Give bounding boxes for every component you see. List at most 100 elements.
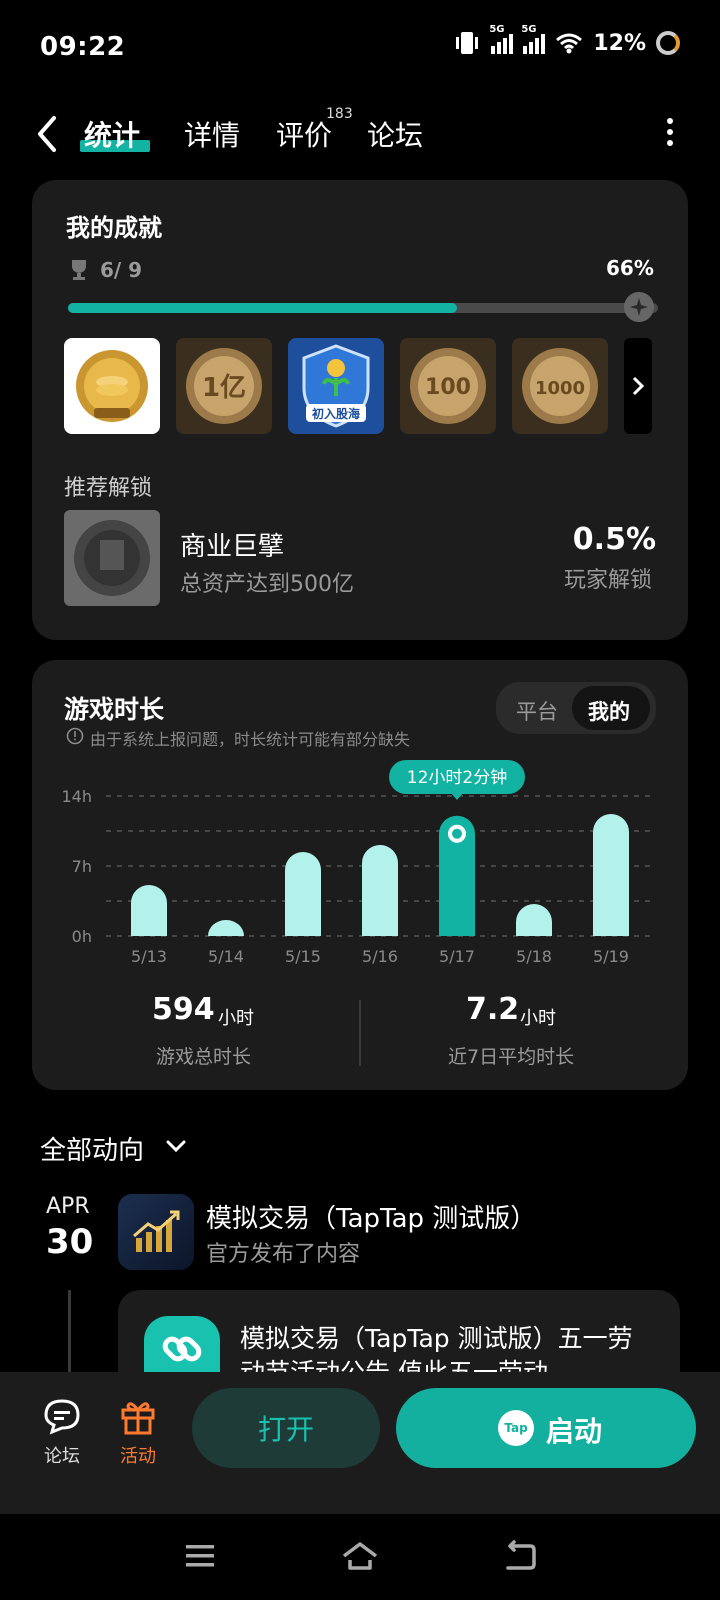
- achievement-count: 6/ 9: [100, 258, 143, 282]
- signal-icon: 5G: [489, 24, 514, 54]
- badges-next-button[interactable]: [624, 338, 652, 434]
- chart-bar-5-16[interactable]: [362, 845, 398, 936]
- status-icons: 5G 5G 12%: [453, 24, 680, 56]
- recommend-rate: 0.5%: [572, 522, 656, 557]
- bronze-medal-icon: 1亿: [186, 348, 262, 424]
- feed-month: APR: [46, 1194, 90, 1219]
- link-icon: [162, 1336, 202, 1362]
- wifi-icon: [556, 33, 583, 54]
- feed-post-text[interactable]: 模拟交易（TapTap 测试版）五一劳动节活动公告 值此五一劳动…: [240, 1322, 650, 1374]
- x-tick-label: 5/15: [285, 947, 321, 966]
- achievement-badge-stock-sea[interactable]: 初入股海: [288, 338, 384, 434]
- home-icon[interactable]: [340, 1540, 380, 1572]
- vibrate-icon: [456, 32, 479, 54]
- menu-icon[interactable]: [184, 1542, 216, 1570]
- tab-reviews[interactable]: 评价: [276, 114, 332, 154]
- recommend-title: 推荐解锁: [64, 476, 153, 501]
- recommend-name: 商业巨擘: [180, 532, 285, 562]
- trading-chart-icon: [133, 1210, 180, 1252]
- forum-label[interactable]: 论坛: [44, 1442, 80, 1468]
- chart-bar-5-18[interactable]: [516, 904, 552, 936]
- svg-text:初入股海: 初入股海: [312, 406, 360, 421]
- game-icon[interactable]: [118, 1194, 194, 1270]
- taptap-logo-icon: Tap: [498, 1410, 534, 1446]
- toggle-platform[interactable]: 平台: [516, 696, 558, 726]
- feed-filter[interactable]: 全部动向: [40, 1130, 144, 1167]
- playtime-bar-chart: 0h 7h 14h 5/13 5/14 5/15 5/16 5/17 12小时2分钟 5/18 5/…: [62, 760, 652, 966]
- battery-percent: 12%: [593, 30, 646, 56]
- locked-badge-icon: [74, 520, 150, 596]
- shield-sprout-icon: 初入股海: [302, 344, 370, 428]
- reviews-count-badge: 183: [326, 106, 353, 122]
- total-hours-label: 游戏总时长: [156, 1046, 252, 1068]
- tab-forum[interactable]: 论坛: [367, 114, 423, 154]
- bronze-medal-100-icon: 100: [410, 348, 486, 424]
- bronze-medal-1000-icon: 1000: [522, 348, 598, 424]
- svg-text:1亿: 1亿: [202, 373, 246, 403]
- playtime-notice: 由于系统上报问题，时长统计可能有部分缺失: [90, 730, 411, 749]
- post-link-icon-bg: [144, 1316, 220, 1380]
- chart-bar-5-15[interactable]: [285, 852, 321, 936]
- achievement-badge-1000[interactable]: 1000: [512, 338, 608, 434]
- network-type-label: 5G: [489, 24, 505, 35]
- avg-hours-label: 近7日平均时长: [448, 1046, 575, 1068]
- feed-title[interactable]: 模拟交易（TapTap 测试版）: [206, 1198, 536, 1235]
- back-nav-icon[interactable]: [502, 1540, 538, 1572]
- achievement-percent: 66%: [606, 256, 654, 280]
- achievement-progress-fill: [68, 303, 458, 313]
- playtime-title: 游戏时长: [64, 695, 165, 724]
- x-tick-label: 5/16: [362, 947, 398, 966]
- chart-bar-5-19[interactable]: [593, 814, 629, 936]
- achievement-badge-1yi[interactable]: 1亿: [176, 338, 272, 434]
- chevron-right-icon: [632, 376, 645, 396]
- locked-achievement-image[interactable]: [64, 510, 160, 606]
- chevron-down-icon[interactable]: [164, 1136, 188, 1156]
- highlight-tooltip-label: 12小时2分钟: [407, 768, 507, 788]
- gift-icon[interactable]: [118, 1396, 158, 1436]
- info-icon: [66, 727, 84, 745]
- x-tick-label: 5/18: [516, 947, 552, 966]
- recommend-rate-label: 玩家解锁: [563, 568, 652, 593]
- status-time: 09:22: [40, 32, 126, 62]
- chart-bar-5-13[interactable]: [131, 885, 167, 936]
- forum-icon[interactable]: [42, 1398, 84, 1436]
- trophy-icon: [72, 260, 86, 280]
- network-type-label-2: 5G: [521, 24, 537, 35]
- battery-icon: [656, 31, 680, 55]
- event-label[interactable]: 活动: [120, 1442, 156, 1468]
- achievement-progress-bar: [68, 303, 658, 313]
- tab-stats[interactable]: 统计: [84, 114, 140, 154]
- open-button[interactable]: 打开: [192, 1388, 380, 1468]
- avg-hours-value: 7.2: [466, 992, 520, 1027]
- gold-coin-badge-icon: [76, 350, 148, 422]
- achievement-badge-gold-coins[interactable]: [64, 338, 160, 434]
- svg-text:1000: 1000: [535, 378, 585, 399]
- avg-hours-unit: 小时: [520, 1008, 556, 1029]
- tab-details[interactable]: 详情: [184, 114, 240, 154]
- x-tick-label: 5/19: [593, 947, 629, 966]
- toggle-mine[interactable]: 我的: [588, 696, 630, 726]
- x-tick-label: 5/17: [439, 947, 475, 966]
- y-tick-label: 14h: [62, 787, 93, 806]
- feed-day: 30: [46, 1222, 94, 1262]
- stats-divider: [359, 1000, 361, 1066]
- progress-end-star-icon: [624, 292, 654, 322]
- y-tick-label: 7h: [72, 857, 92, 876]
- achievements-title: 我的成就: [66, 214, 162, 242]
- svg-text:100: 100: [425, 375, 471, 400]
- recommend-desc: 总资产达到500亿: [180, 572, 354, 597]
- feed-subtitle: 官方发布了内容: [206, 1242, 361, 1267]
- achievement-badge-100[interactable]: 100: [400, 338, 496, 434]
- total-hours-value: 594: [152, 992, 215, 1027]
- chart-bar-5-17[interactable]: [439, 815, 475, 936]
- chart-bar-5-14[interactable]: [208, 920, 244, 936]
- y-tick-label: 0h: [72, 927, 92, 946]
- back-icon[interactable]: [34, 114, 60, 154]
- x-tick-label: 5/14: [208, 947, 244, 966]
- timeline-line: [68, 1290, 71, 1380]
- highlight-tooltip: 12小时2分钟: [389, 760, 525, 800]
- launch-button[interactable]: Tap 启动: [396, 1388, 696, 1468]
- status-bar: 09:22 5G 5G 12%: [0, 0, 720, 96]
- total-hours-unit: 小时: [218, 1008, 254, 1029]
- more-options-icon[interactable]: [666, 118, 674, 146]
